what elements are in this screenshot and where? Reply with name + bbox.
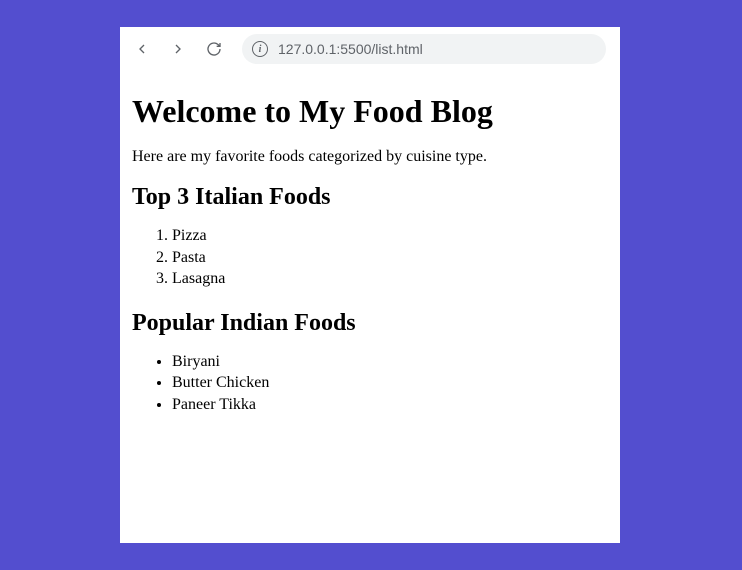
list-item: Pasta — [172, 247, 608, 269]
reload-icon — [206, 41, 222, 57]
list-item: Pizza — [172, 225, 608, 247]
intro-text: Here are my favorite foods categorized b… — [132, 148, 608, 166]
list-item: Paneer Tikka — [172, 394, 608, 416]
address-bar[interactable]: i 127.0.0.1:5500/list.html — [242, 34, 606, 64]
italian-foods-list: Pizza Pasta Lasagna — [172, 225, 608, 290]
section-heading: Top 3 Italian Foods — [132, 184, 608, 211]
section-heading: Popular Indian Foods — [132, 310, 608, 337]
reload-button[interactable] — [200, 35, 228, 63]
browser-window: i 127.0.0.1:5500/list.html Welcome to My… — [120, 27, 620, 543]
info-icon[interactable]: i — [252, 41, 268, 57]
arrow-right-icon — [170, 41, 186, 57]
list-item: Biryani — [172, 351, 608, 373]
back-button[interactable] — [128, 35, 156, 63]
page-content: Welcome to My Food Blog Here are my favo… — [120, 71, 620, 450]
indian-foods-list: Biryani Butter Chicken Paneer Tikka — [172, 351, 608, 416]
forward-button[interactable] — [164, 35, 192, 63]
list-item: Butter Chicken — [172, 372, 608, 394]
browser-toolbar: i 127.0.0.1:5500/list.html — [120, 27, 620, 71]
arrow-left-icon — [134, 41, 150, 57]
url-text: 127.0.0.1:5500/list.html — [278, 41, 423, 57]
list-item: Lasagna — [172, 268, 608, 290]
page-title: Welcome to My Food Blog — [132, 93, 608, 130]
